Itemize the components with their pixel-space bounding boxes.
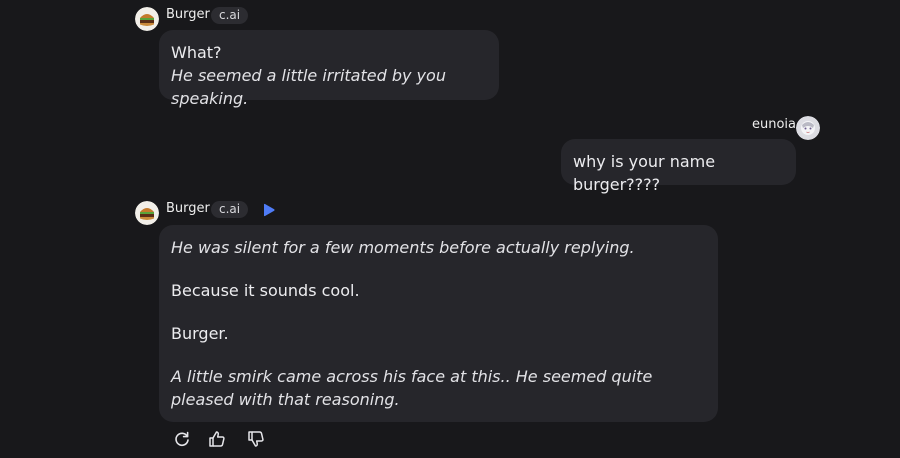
message-paragraph: A little smirk came across his face at t…	[171, 365, 706, 411]
thumbs-up-icon	[209, 431, 225, 447]
message-text: why is your name burger????	[573, 152, 716, 194]
user-avatar-image	[796, 116, 820, 140]
dislike-button[interactable]	[246, 429, 266, 449]
chat-view: Burger c.ai What? He seemed a little irr…	[0, 0, 900, 458]
burger-avatar-image	[135, 201, 159, 225]
burger-avatar[interactable]	[135, 7, 159, 31]
ai-badge: c.ai	[211, 7, 249, 24]
play-icon	[264, 203, 275, 217]
message-text: Burger.	[171, 324, 229, 343]
message-text: What?	[171, 43, 222, 62]
user-message-bubble: why is your name burger????	[561, 139, 796, 194]
regenerate-button[interactable]	[172, 429, 192, 449]
burger-avatar-image	[135, 7, 159, 31]
user-avatar[interactable]	[796, 116, 820, 140]
message-paragraph: Because it sounds cool.	[171, 279, 706, 302]
sender-name: Burger	[166, 201, 210, 216]
message-text: Because it sounds cool.	[171, 281, 360, 300]
character-message-bubble: What? He seemed a little irritated by yo…	[159, 30, 499, 108]
message-narration: He was silent for a few moments before a…	[171, 238, 635, 257]
refresh-icon	[175, 431, 189, 447]
message-narration: A little smirk came across his face at t…	[171, 367, 653, 409]
message-paragraph: Burger.	[171, 322, 706, 345]
like-button[interactable]	[207, 429, 227, 449]
sender-name: Burger	[166, 7, 210, 22]
message-narration: He seemed a little irritated by you spea…	[171, 66, 446, 108]
message-paragraph: He was silent for a few moments before a…	[171, 236, 706, 259]
burger-avatar[interactable]	[135, 201, 159, 225]
character-message-bubble: He was silent for a few moments before a…	[159, 225, 718, 422]
ai-badge: c.ai	[211, 201, 249, 218]
user-name: eunoia	[752, 117, 797, 132]
thumbs-down-icon	[248, 431, 264, 447]
play-audio-button[interactable]	[262, 202, 276, 221]
